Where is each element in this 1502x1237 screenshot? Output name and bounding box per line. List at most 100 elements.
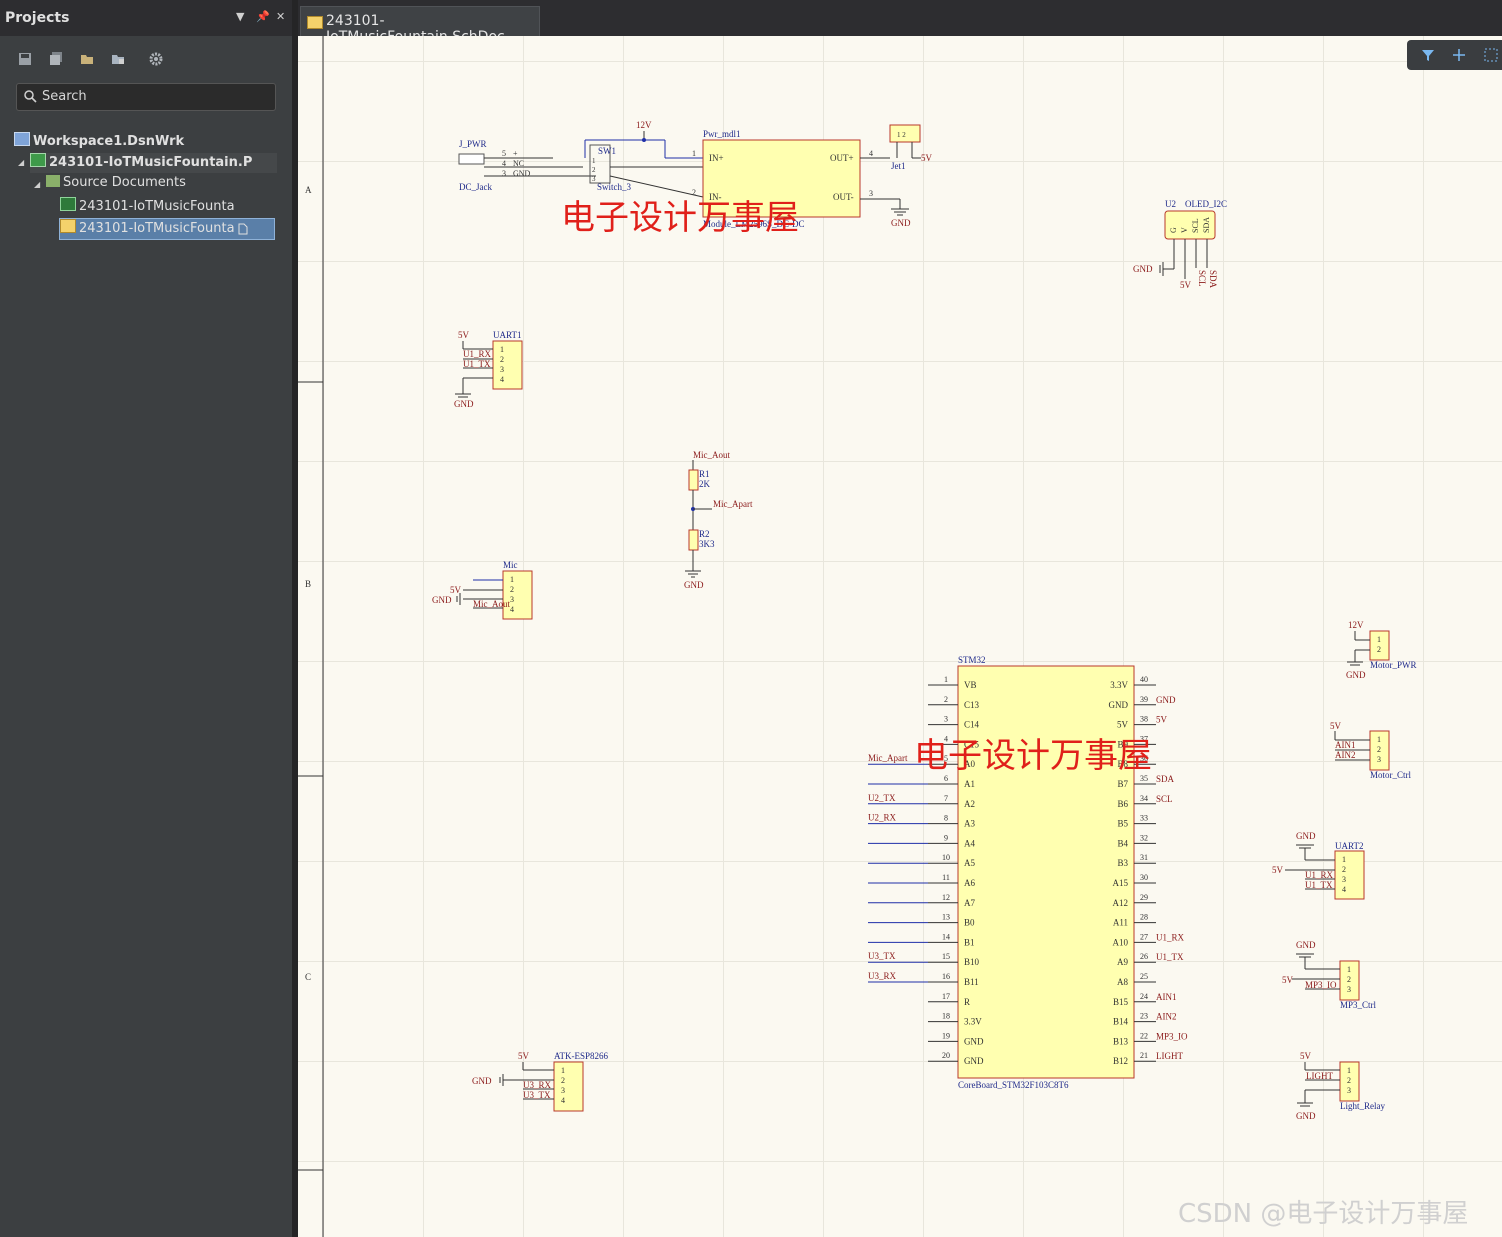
net-label: GND: [891, 218, 911, 228]
pin-number: 29: [1140, 893, 1148, 902]
pin-name: 3.3V: [964, 1017, 982, 1027]
pin-name: B12: [1113, 1056, 1128, 1066]
net-label: Mic_Aout: [473, 599, 510, 609]
pin-name: C13: [964, 700, 980, 710]
pin-number: 30: [1140, 873, 1148, 882]
resistor-ref: R2: [699, 529, 710, 539]
pin-name: A8: [1117, 977, 1128, 987]
oled-section: U2 OLED_I2C G V SCL SDA GND 5V SCL SDA: [1133, 199, 1227, 290]
pin-number: 4: [561, 1096, 565, 1105]
connector-ref: ATK-ESP8266: [554, 1051, 609, 1061]
pin-number: 1: [500, 345, 504, 354]
dc-jack-symbol: [458, 153, 485, 165]
net-label: 5V: [518, 1051, 530, 1061]
net-label: Mic_Aout: [693, 450, 730, 460]
pin-number: 3: [1347, 985, 1351, 994]
pin-number: 1: [1347, 1066, 1351, 1075]
pin-name: B0: [964, 918, 975, 928]
mic-section: Mic 1 2 3 4 5V GND Mic_Aout: [432, 560, 533, 620]
net-label: 5V: [1282, 975, 1294, 985]
resistor-value: 2K: [699, 479, 711, 489]
resistor-r2[interactable]: [688, 529, 699, 551]
resistor-ref: R1: [699, 469, 710, 479]
pin-name: VB: [964, 680, 977, 690]
net-label: U1_TX: [463, 359, 491, 369]
connector-ref: MP3_Ctrl: [1340, 1000, 1377, 1010]
net-label: 5V: [1180, 280, 1192, 290]
pin-number: 17: [942, 992, 950, 1001]
pin-name: A7: [964, 898, 975, 908]
pin-number: 4: [510, 605, 514, 614]
pin-name: B10: [964, 957, 980, 967]
uart2-connector[interactable]: [1334, 850, 1365, 900]
pin-name: A3: [964, 819, 975, 829]
net-label: U1_TX: [1305, 880, 1333, 890]
pin-number: 1: [1342, 855, 1346, 864]
csdn-credit: CSDN @电子设计万事屋: [1178, 1199, 1469, 1229]
mic-divider-section: Mic_Aout R1 2K Mic_Apart R2 3K3 GND: [684, 450, 753, 590]
pin-number: 2: [592, 166, 596, 174]
pin-number: 1: [561, 1066, 565, 1075]
switch-ref: SW1: [598, 146, 616, 156]
pin-number: 4: [869, 149, 873, 158]
net-label: U1_RX: [463, 349, 492, 359]
pin-name: B1: [964, 937, 975, 947]
connector-ref: UART1: [493, 330, 521, 340]
pin-name: +: [513, 149, 518, 158]
net-label: SDA: [1156, 774, 1175, 784]
oled-part: OLED_I2C: [1185, 199, 1227, 209]
pin-number: 18: [942, 1012, 950, 1021]
pin-number: 2: [500, 355, 504, 364]
net-label: Mic_Apart: [868, 753, 908, 763]
net-label: 5V: [1330, 721, 1342, 731]
net-label: 12V: [1348, 620, 1364, 630]
pin-name: B3: [1117, 858, 1128, 868]
pin-name: B6: [1117, 799, 1128, 809]
pin-name: B14: [1113, 1017, 1129, 1027]
module-ref: Pwr_mdl1: [703, 129, 741, 139]
pin-number: 2: [1377, 745, 1381, 754]
pin-number: 8: [944, 814, 948, 823]
pin-name: NC: [513, 159, 524, 168]
pin-number: 19: [942, 1031, 950, 1040]
pin-number: 1: [692, 149, 696, 158]
pin-number: 13: [942, 913, 950, 922]
watermark: 电子设计万事屋: [914, 736, 1152, 776]
net-label: SCL: [1197, 270, 1207, 287]
light-section: 5V 1 2 3 LIGHT GND Light_Relay: [1296, 1051, 1385, 1121]
pin-number: 2: [561, 1076, 565, 1085]
plus-icon[interactable]: [1452, 48, 1466, 62]
net-label: AIN1: [1335, 740, 1356, 750]
esp-connector[interactable]: [553, 1061, 584, 1112]
pin-number: 2: [1377, 645, 1381, 654]
jack-ref: J_PWR: [459, 139, 487, 149]
pin-name: A2: [964, 799, 975, 809]
resistor-r1[interactable]: [688, 469, 699, 491]
pin-number: 3: [944, 715, 948, 724]
net-label: AIN2: [1156, 1012, 1177, 1022]
filter-icon[interactable]: [1421, 48, 1435, 62]
net-label: 5V: [1272, 865, 1284, 875]
pin-name: A10: [1113, 937, 1129, 947]
pin-number: 3: [1377, 755, 1381, 764]
pin-name: A12: [1113, 898, 1129, 908]
schematic-canvas[interactable]: A B C J_PWR DC_Jack 5 + 4 NC 3 GND 12V S…: [0, 0, 1502, 1237]
net-label: GND: [454, 399, 474, 409]
net-label: LIGHT: [1156, 1051, 1183, 1061]
net-label: U3_RX: [868, 971, 897, 981]
pin-number: 3: [1347, 1086, 1351, 1095]
pin-name: B7: [1117, 779, 1128, 789]
mic-connector[interactable]: [502, 570, 533, 620]
net-label: U2_RX: [868, 813, 897, 823]
jack-part: DC_Jack: [459, 182, 492, 192]
pin-number: 31: [1140, 853, 1148, 862]
pin-name: A5: [964, 858, 975, 868]
uart2-section: GND UART2 1 2 3 4 5V U1_RX U1_TX: [1272, 831, 1365, 900]
select-icon[interactable]: [1483, 47, 1499, 63]
uart1-connector[interactable]: [492, 340, 523, 390]
pin-name: A11: [1113, 918, 1128, 928]
net-label: GND: [1346, 670, 1366, 680]
jet-ref: Jet1: [891, 161, 906, 171]
pin-name: B15: [1113, 997, 1129, 1007]
pin-number: 25: [1140, 972, 1148, 981]
